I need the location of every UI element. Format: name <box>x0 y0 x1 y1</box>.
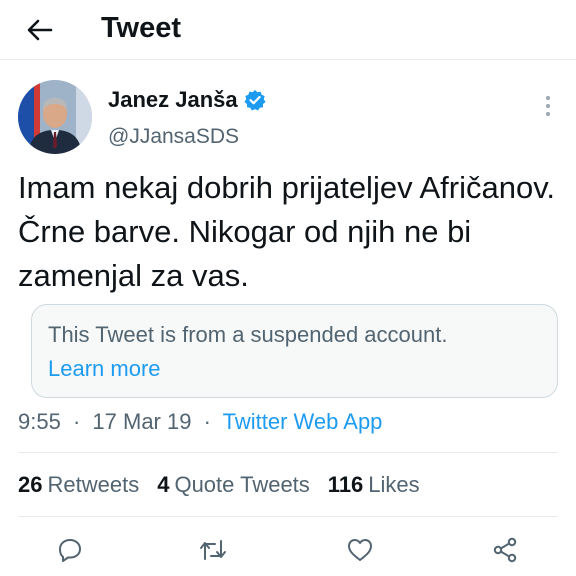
avatar[interactable] <box>18 80 92 154</box>
avatar-image <box>18 80 92 154</box>
suspended-account-notice: This Tweet is from a suspended account. … <box>31 304 558 398</box>
back-button[interactable] <box>22 12 58 48</box>
share-icon <box>493 537 517 563</box>
tweet-source[interactable]: Twitter Web App <box>223 409 383 434</box>
like-button[interactable] <box>342 532 378 568</box>
likes-label: Likes <box>368 472 420 497</box>
like-icon <box>348 539 372 561</box>
more-options-button[interactable] <box>536 92 560 120</box>
author-name-row[interactable]: Janez Janša <box>108 86 266 114</box>
reply-button[interactable] <box>52 532 88 568</box>
retweet-button[interactable] <box>195 532 231 568</box>
share-button[interactable] <box>487 532 523 568</box>
retweets-stat[interactable]: 26 Retweets <box>18 470 139 500</box>
verified-badge-icon <box>244 89 266 111</box>
learn-more-link[interactable]: Learn more <box>48 355 161 383</box>
likes-stat[interactable]: 116 Likes <box>328 470 420 500</box>
engagement-stats: 26 Retweets 4 Quote Tweets 116 Likes <box>18 470 438 500</box>
top-bar: Tweet <box>0 0 576 60</box>
divider <box>18 452 558 453</box>
tweet-time[interactable]: 9:55 <box>18 409 61 434</box>
retweet-icon <box>200 540 226 560</box>
tweet-meta: 9:55 · 17 Mar 19 · Twitter Web App <box>18 407 382 437</box>
author-handle[interactable]: @JJansaSDS <box>108 123 239 151</box>
meta-separator: · <box>203 409 211 434</box>
retweets-count: 26 <box>18 472 43 497</box>
arrow-left-icon <box>27 19 53 41</box>
action-bar <box>0 532 576 568</box>
reply-icon <box>59 539 81 562</box>
retweets-label: Retweets <box>47 472 140 497</box>
tweet-date[interactable]: 17 Mar 19 <box>92 409 191 434</box>
quote-tweets-stat[interactable]: 4 Quote Tweets <box>157 470 310 500</box>
divider <box>18 516 558 517</box>
tweet-text: Imam nekaj dobrih prijateljev Afričanov.… <box>18 170 556 293</box>
notice-text: This Tweet is from a suspended account. <box>48 322 448 347</box>
quote-tweets-count: 4 <box>157 472 170 497</box>
quote-tweets-label: Quote Tweets <box>174 472 310 497</box>
meta-separator: · <box>72 409 81 434</box>
likes-count: 116 <box>327 472 364 497</box>
author-name: Janez Janša <box>108 87 238 112</box>
more-vertical-icon <box>546 96 550 116</box>
page-title: Tweet <box>101 12 182 44</box>
